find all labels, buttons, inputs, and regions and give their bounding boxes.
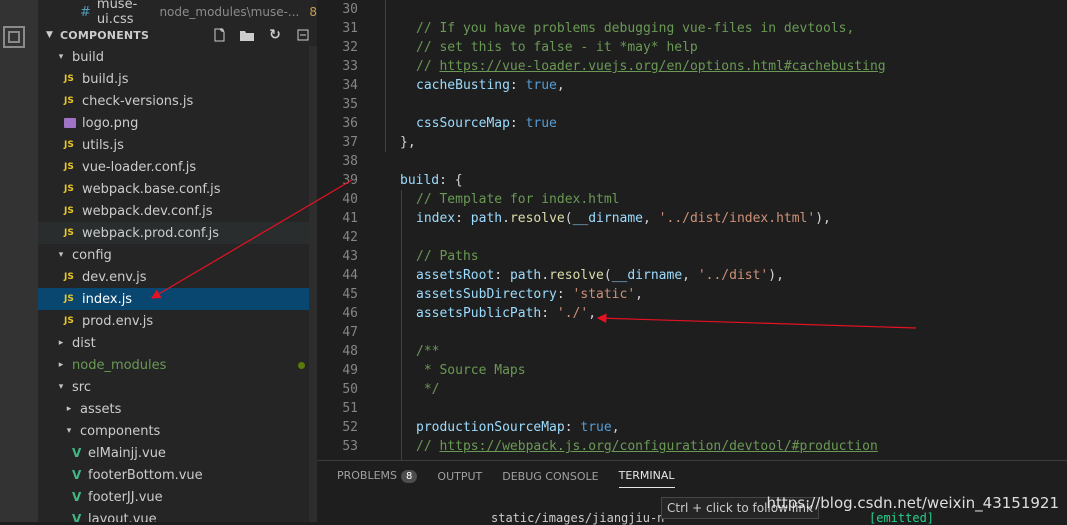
annotation-arrow-1 xyxy=(150,179,353,299)
annotation-arrow-2 xyxy=(596,313,917,329)
annotation-arrows xyxy=(150,179,917,329)
